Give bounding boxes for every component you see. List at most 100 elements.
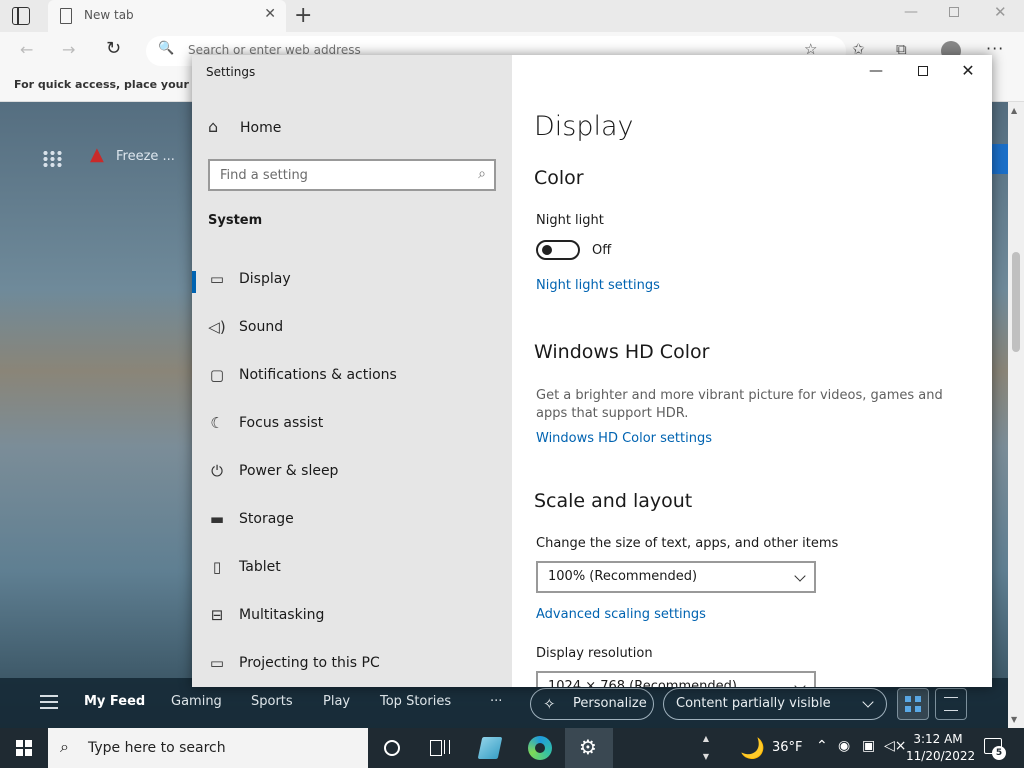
scroll-down-icon[interactable]: ▼ [1011,715,1017,724]
browser-tab[interactable]: New tab ✕ [48,0,286,32]
refresh-icon[interactable]: ↻ [106,38,121,59]
scroll-down-icon[interactable]: ▼ [698,748,714,766]
sidebar-item-label: Focus assist [239,415,324,431]
time: 3:12 AM [913,732,963,746]
sidebar-item-label: Projecting to this PC [239,655,380,671]
record-icon[interactable]: ◉ [838,738,850,754]
gear-icon: ⚙ [579,735,597,759]
feed-tab-my-feed[interactable]: My Feed [84,694,145,709]
network-icon[interactable]: ▣ [862,738,875,754]
clock[interactable]: 3:12 AM 11/20/2022 [906,731,976,765]
search-submit-button[interactable] [990,144,1008,174]
grid-icon [905,696,921,712]
weather-alert-text[interactable]: Freeze ... [116,149,175,164]
scale-dropdown[interactable]: 100% (Recommended) [536,561,816,593]
browser-restore-button[interactable] [949,7,959,17]
tab-title: New tab [84,8,134,22]
browser-minimize-button[interactable]: — [904,4,918,20]
hdr-settings-link[interactable]: Windows HD Color settings [536,431,712,446]
sidebar-item-notifications[interactable]: ▢ Notifications & actions [192,356,512,396]
forward-icon[interactable]: → [62,40,75,59]
task-view-button[interactable] [416,728,464,768]
date: 11/20/2022 [906,749,976,763]
chevron-down-icon [794,570,806,582]
resolution-dropdown[interactable]: 1024 × 768 (Recommended) [536,671,816,687]
sparkle-icon: ✧ [543,695,556,713]
scale-value: 100% (Recommended) [548,569,698,584]
weather-moon-icon[interactable]: 🌙 [740,736,765,760]
taskbar-scroll[interactable]: ▲ ▼ [698,730,714,766]
apps-grid-icon[interactable] [42,150,62,168]
personalize-button[interactable]: ✧ Personalize [530,688,654,720]
settings-app-button[interactable]: ⚙ [565,728,613,768]
volume-muted-icon[interactable]: ◁× [884,738,907,754]
content-visibility-label: Content partially visible [676,696,831,711]
night-light-label: Night light [536,213,604,228]
sidebar-item-power-sleep[interactable]: ⏻ Power & sleep [192,452,512,492]
taskbar: ⌕ Type here to search ⚙ ▲ ▼ 🌙 36°F ⌃ ◉ ▣ … [0,728,1024,768]
notepad-icon [477,737,503,759]
new-tab-button[interactable]: + [294,3,312,28]
feed-tab-play[interactable]: Play [323,694,350,709]
sidebar-item-sound[interactable]: ◁) Sound [192,308,512,348]
sidebar-item-storage[interactable]: ▬ Storage [192,500,512,540]
speaker-icon: ◁) [208,318,226,336]
taskbar-search-placeholder: Type here to search [88,740,226,756]
page-scrollbar[interactable]: ▲ ▼ [1008,102,1024,728]
chevron-down-icon [794,680,806,687]
advanced-scaling-link[interactable]: Advanced scaling settings [536,607,706,622]
settings-sidebar: Settings ⌂ Home Find a setting ⌕ System … [192,55,512,687]
sidebar-item-tablet[interactable]: ▯ Tablet [192,548,512,588]
projecting-icon: ▭ [209,654,225,672]
toggle-knob [542,245,552,255]
cortana-button[interactable] [368,728,416,768]
content-visibility-dropdown[interactable]: Content partially visible [663,688,887,720]
scroll-up-icon[interactable]: ▲ [698,730,714,748]
moon-icon: ☾ [210,414,224,432]
settings-search-input[interactable]: Find a setting ⌕ [208,159,496,191]
back-icon[interactable]: ← [20,40,33,59]
grid-view-button[interactable] [897,688,929,720]
scroll-up-icon[interactable]: ▲ [1011,106,1017,115]
settings-content: Display Color Night light Off Night ligh… [534,55,974,687]
edge-app-button[interactable] [515,728,563,768]
sidebar-item-label: Notifications & actions [239,367,397,383]
sidebar-item-focus-assist[interactable]: ☾ Focus assist [192,404,512,444]
temperature[interactable]: 36°F [772,740,803,755]
scrollbar-thumb[interactable] [1012,252,1020,352]
start-button[interactable] [16,740,32,756]
favorites-hint: For quick access, place your favo [14,78,220,91]
feed-tab-gaming[interactable]: Gaming [171,694,222,709]
list-view-button[interactable] [935,688,967,720]
night-light-toggle[interactable] [536,240,580,260]
feed-more-icon[interactable]: ··· [490,694,502,709]
feed-tab-sports[interactable]: Sports [251,694,293,709]
notepad-app-button[interactable] [466,728,514,768]
night-light-state: Off [592,243,612,258]
search-icon: ⌕ [478,166,486,182]
show-hidden-icons-icon[interactable]: ⌃ [816,738,828,754]
taskbar-search-input[interactable]: ⌕ Type here to search [48,728,368,768]
tab-close-icon[interactable]: ✕ [264,6,276,22]
tablet-icon: ▯ [212,558,222,576]
tab-actions-icon[interactable] [12,7,30,25]
color-heading: Color [534,167,584,189]
scale-size-label: Change the size of text, apps, and other… [536,536,839,551]
multitasking-icon: ⊟ [210,606,224,624]
personalize-label: Personalize [573,696,647,711]
sidebar-item-display[interactable]: ▭ Display [192,260,512,300]
weather-warning-icon[interactable]: ▲ [90,144,104,165]
window-title: Settings [206,65,256,79]
resolution-value: 1024 × 768 (Recommended) [548,679,737,687]
power-icon: ⏻ [211,462,223,480]
menu-icon[interactable] [40,695,58,709]
night-light-settings-link[interactable]: Night light settings [536,278,660,293]
feed-tab-top-stories[interactable]: Top Stories [380,694,451,709]
sidebar-item-multitasking[interactable]: ⊟ Multitasking [192,596,512,636]
scale-heading: Scale and layout [534,490,693,512]
sidebar-item-projecting[interactable]: ▭ Projecting to this PC [192,644,512,684]
section-label: System [208,213,263,228]
hdr-description: Get a brighter and more vibrant picture … [536,388,943,421]
notification-count-badge: 5 [992,746,1006,760]
browser-close-button[interactable]: ✕ [994,3,1007,21]
